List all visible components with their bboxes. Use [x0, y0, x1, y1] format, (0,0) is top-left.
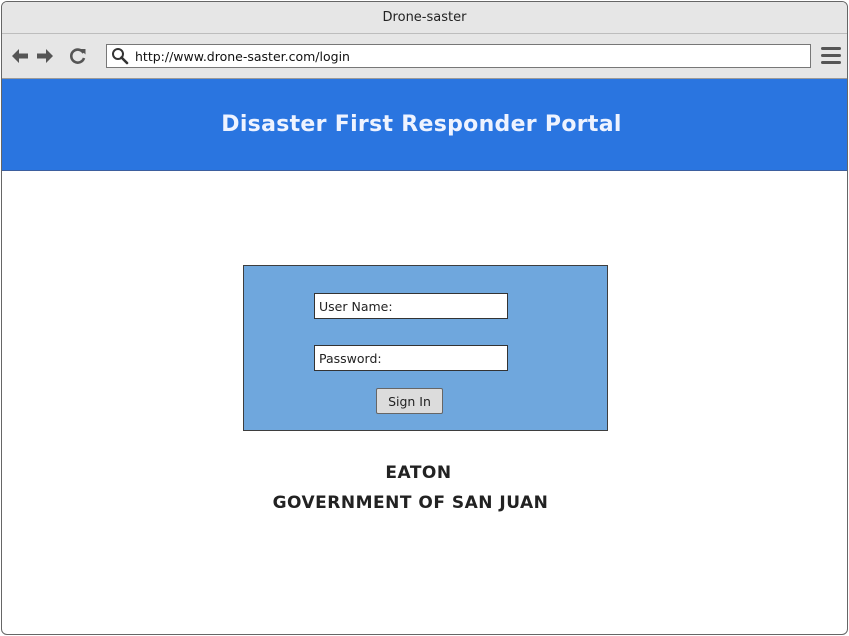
org-government: GOVERNMENT OF SAN JUAN [272, 493, 549, 513]
window-titlebar: Drone-saster [2, 2, 847, 34]
search-icon [111, 45, 133, 67]
sign-in-button[interactable]: Sign In [376, 388, 443, 414]
header-banner: Disaster First Responder Portal [2, 79, 847, 171]
browser-window: Drone-saster http://www.drone-saster.com… [1, 1, 848, 635]
login-panel: Sign In [243, 265, 608, 431]
arrow-left-icon[interactable] [10, 46, 30, 66]
hamburger-menu-icon[interactable] [821, 47, 841, 65]
org-name: EATON [385, 463, 452, 483]
browser-toolbar: http://www.drone-saster.com/login [2, 34, 847, 79]
address-url: http://www.drone-saster.com/login [135, 48, 350, 64]
window-title: Drone-saster [382, 10, 467, 25]
arrow-right-icon[interactable] [35, 46, 55, 66]
page-title: Disaster First Responder Portal [221, 112, 622, 137]
username-field[interactable] [314, 293, 508, 319]
address-bar[interactable]: http://www.drone-saster.com/login [106, 44, 811, 68]
reload-icon[interactable] [68, 46, 88, 66]
password-field[interactable] [314, 345, 508, 371]
